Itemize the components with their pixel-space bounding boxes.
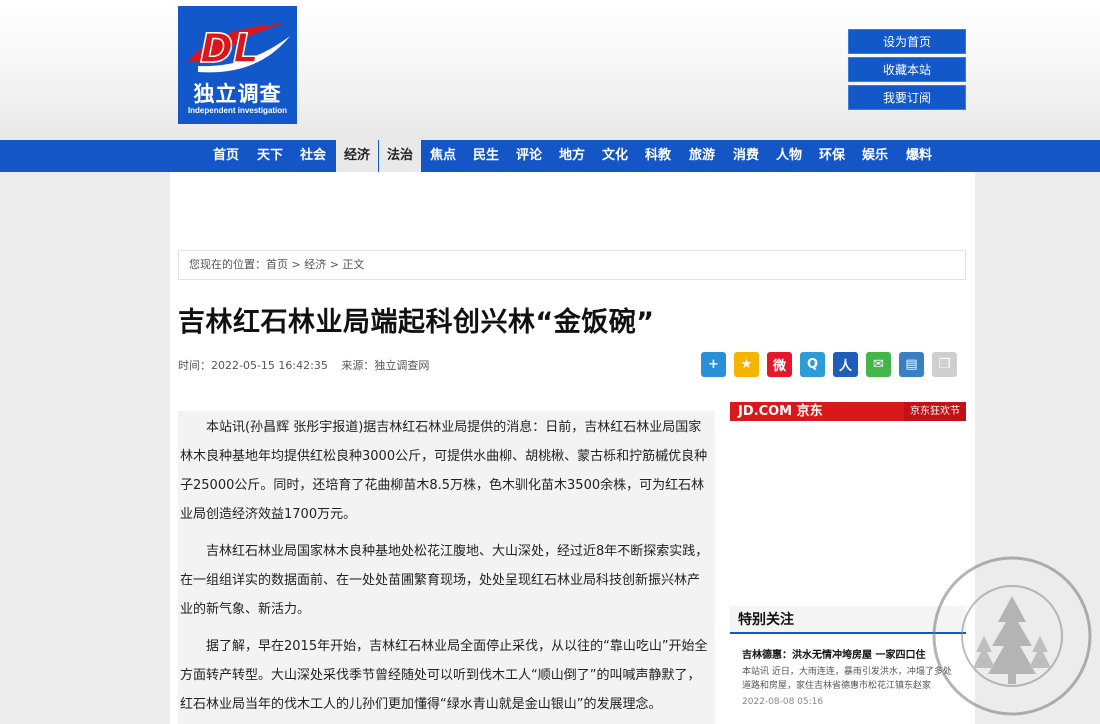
nav-item-world[interactable]: 天下 <box>250 140 290 172</box>
nav-item-economy[interactable]: 经济 <box>336 140 378 172</box>
print-icon[interactable]: ▤ <box>899 352 924 377</box>
nav-item-home[interactable]: 首页 <box>206 140 246 172</box>
subscribe-button[interactable]: 我要订阅 <box>848 85 966 110</box>
article-time: 时间：2022-05-15 16:42:35 <box>178 359 328 372</box>
nav-item-people[interactable]: 人物 <box>769 140 809 172</box>
weibo-icon[interactable]: 微 <box>767 352 792 377</box>
breadcrumb: 您现在的位置：首页 > 经济 > 正文 <box>178 250 966 280</box>
nav-item-tipoff[interactable]: 爆料 <box>898 140 940 172</box>
article-source: 来源：独立调查网 <box>341 359 430 372</box>
nav-item-consumer[interactable]: 消费 <box>725 140 767 172</box>
logo-mark-icon: DL <box>188 24 290 73</box>
main-nav: 首页 天下 社会 经济 法治 焦点 民生 评论 地方 文化 科教 旅游 消费 人… <box>0 140 1100 172</box>
article-paragraph: 据了解，早在2015年开始，吉林红石林业局全面停止采伐，从以往的“靠山吃山”开始… <box>180 639 708 712</box>
logo-name-cn: 独立调查 <box>193 82 282 106</box>
bookmark-site-button[interactable]: 收藏本站 <box>848 57 966 82</box>
nav-item-travel[interactable]: 旅游 <box>681 140 723 172</box>
nav-item-comment[interactable]: 评论 <box>509 140 549 172</box>
nav-item-culture[interactable]: 文化 <box>595 140 635 172</box>
nav-item-environment[interactable]: 环保 <box>812 140 852 172</box>
jd-ad-banner[interactable]: JD.COM 京东 京东狂欢节 <box>730 402 966 421</box>
nav-item-focus[interactable]: 焦点 <box>423 140 463 172</box>
wechat-icon[interactable]: ✉ <box>866 352 891 377</box>
nav-item-entertainment[interactable]: 娱乐 <box>855 140 895 172</box>
special-news-summary: 本站讯 近日，大雨连连，暴雨引发洪水，冲塌了多处道路和房屋，家住吉林省德惠市松花… <box>742 667 952 691</box>
nav-item-society[interactable]: 社会 <box>293 140 333 172</box>
nav-item-law[interactable]: 法治 <box>379 140 421 172</box>
forest-bureau-seal-icon <box>932 556 1092 716</box>
set-homepage-button[interactable]: 设为首页 <box>848 29 966 54</box>
nav-item-local[interactable]: 地方 <box>552 140 592 172</box>
copy-icon[interactable]: ❐ <box>932 352 957 377</box>
article-paragraph: 本站讯(孙昌辉 张彤宇报道)据吉林红石林业局提供的消息：日前，吉林红石林业局国家… <box>180 420 708 522</box>
qzone-icon[interactable]: ★ <box>734 352 759 377</box>
ad-right-text: 京东狂欢节 <box>904 402 966 421</box>
article-paragraph: 吉林红石林业局国家林木良种基地处松花江腹地、大山深处，经过近8年不断探索实践，在… <box>180 544 709 617</box>
article-title: 吉林红石林业局端起科创兴林“金饭碗” <box>178 307 655 338</box>
ad-left-text: JD.COM 京东 <box>738 404 823 419</box>
nav-item-livelihood[interactable]: 民生 <box>466 140 506 172</box>
tencent-weibo-icon[interactable]: Q <box>800 352 825 377</box>
renren-icon[interactable]: 人 <box>833 352 858 377</box>
article-meta: 时间：2022-05-15 16:42:35 来源：独立调查网 <box>178 357 439 373</box>
article-body: 本站讯(孙昌辉 张彤宇报道)据吉林红石林业局提供的消息：日前，吉林红石林业局国家… <box>178 411 715 724</box>
nav-item-science[interactable]: 科教 <box>638 140 678 172</box>
logo-name-en: Independent investigation <box>187 106 288 115</box>
site-logo[interactable]: DL 独立调查 Independent investigation <box>178 6 297 124</box>
share-plus-icon[interactable]: + <box>701 352 726 377</box>
svg-text:DL: DL <box>200 26 259 72</box>
